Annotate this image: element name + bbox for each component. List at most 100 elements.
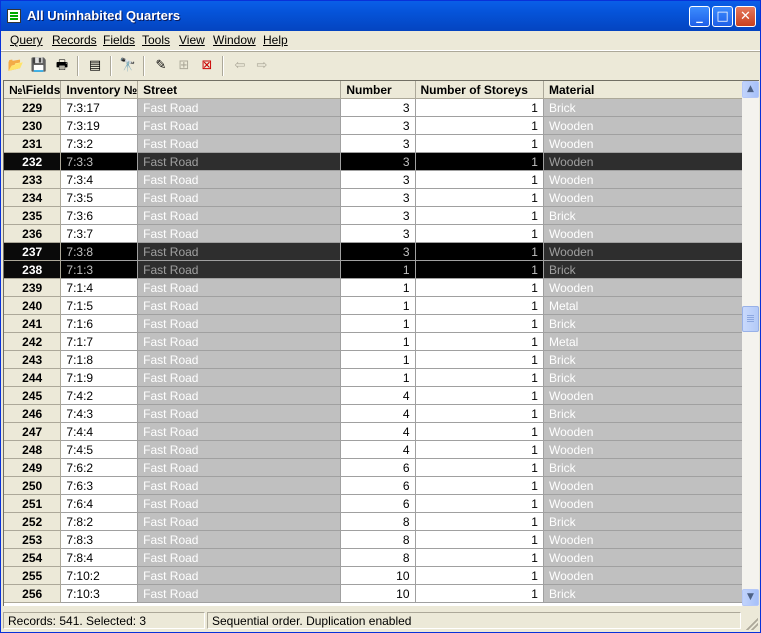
records-grid[interactable]: №\Fields Inventory № Street Number Numbe… [3, 80, 743, 606]
table-row[interactable]: 254 7:8:4 Fast Road 8 1 Wooden [4, 548, 743, 567]
number-cell[interactable]: 10 [340, 584, 416, 603]
inventory-cell[interactable]: 7:10:3 [60, 584, 139, 603]
table-row[interactable]: 246 7:4:3 Fast Road 4 1 Brick [4, 404, 743, 423]
inventory-cell[interactable]: 7:4:2 [60, 386, 139, 405]
number-cell[interactable]: 6 [340, 494, 416, 513]
row-number-cell[interactable]: 231 [4, 134, 62, 153]
number-cell[interactable]: 8 [340, 530, 416, 549]
street-cell[interactable]: Fast Road [137, 368, 342, 387]
row-number-cell[interactable]: 244 [4, 368, 62, 387]
material-cell[interactable]: Wooden [543, 386, 743, 405]
material-cell[interactable]: Brick [543, 458, 743, 477]
inventory-cell[interactable]: 7:6:3 [60, 476, 139, 495]
table-row[interactable]: 247 7:4:4 Fast Road 4 1 Wooden [4, 422, 743, 441]
number-cell[interactable]: 4 [340, 404, 416, 423]
storeys-cell[interactable]: 1 [415, 584, 544, 603]
col-header-street[interactable]: Street [137, 81, 342, 99]
print-icon[interactable]: 🖶 [52, 56, 72, 76]
scroll-up-button[interactable]: ▲ [742, 81, 759, 98]
number-cell[interactable]: 3 [340, 206, 416, 225]
table-row[interactable]: 242 7:1:7 Fast Road 1 1 Metal [4, 332, 743, 351]
storeys-cell[interactable]: 1 [415, 494, 544, 513]
table-row[interactable]: 236 7:3:7 Fast Road 3 1 Wooden [4, 224, 743, 243]
inventory-cell[interactable]: 7:3:7 [60, 224, 139, 243]
inventory-cell[interactable]: 7:6:2 [60, 458, 139, 477]
table-row[interactable]: 243 7:1:8 Fast Road 1 1 Brick [4, 350, 743, 369]
material-cell[interactable]: Brick [543, 584, 743, 603]
material-cell[interactable]: Brick [543, 260, 743, 279]
inventory-cell[interactable]: 7:1:7 [60, 332, 139, 351]
inventory-cell[interactable]: 7:8:3 [60, 530, 139, 549]
row-number-cell[interactable]: 255 [4, 566, 62, 585]
street-cell[interactable]: Fast Road [137, 422, 342, 441]
row-number-cell[interactable]: 242 [4, 332, 62, 351]
col-header-storeys[interactable]: Number of Storeys [415, 81, 544, 99]
storeys-cell[interactable]: 1 [415, 512, 544, 531]
inventory-cell[interactable]: 7:3:4 [60, 170, 139, 189]
inventory-cell[interactable]: 7:1:8 [60, 350, 139, 369]
street-cell[interactable]: Fast Road [137, 134, 342, 153]
material-cell[interactable]: Wooden [543, 242, 743, 261]
vertical-scrollbar[interactable]: ▲ ▼ [742, 80, 759, 606]
number-cell[interactable]: 3 [340, 224, 416, 243]
menu-help[interactable]: Help [263, 33, 288, 47]
table-row[interactable]: 229 7:3:17 Fast Road 3 1 Brick [4, 98, 743, 117]
material-cell[interactable]: Wooden [543, 548, 743, 567]
storeys-cell[interactable]: 1 [415, 170, 544, 189]
number-cell[interactable]: 1 [340, 350, 416, 369]
delete-record-icon[interactable]: ⊠ [197, 56, 217, 76]
street-cell[interactable]: Fast Road [137, 116, 342, 135]
col-header-rownum[interactable]: №\Fields [4, 81, 62, 99]
row-number-cell[interactable]: 247 [4, 422, 62, 441]
street-cell[interactable]: Fast Road [137, 188, 342, 207]
material-cell[interactable]: Wooden [543, 440, 743, 459]
street-cell[interactable]: Fast Road [137, 440, 342, 459]
add-record-icon[interactable]: ⊞ [174, 56, 194, 76]
street-cell[interactable]: Fast Road [137, 404, 342, 423]
row-number-cell[interactable]: 246 [4, 404, 62, 423]
table-row[interactable]: 253 7:8:3 Fast Road 8 1 Wooden [4, 530, 743, 549]
inventory-cell[interactable]: 7:3:3 [60, 152, 139, 171]
table-row[interactable]: 237 7:3:8 Fast Road 3 1 Wooden [4, 242, 743, 261]
table-row[interactable]: 252 7:8:2 Fast Road 8 1 Brick [4, 512, 743, 531]
number-cell[interactable]: 3 [340, 116, 416, 135]
properties-icon[interactable]: ▤ [85, 56, 105, 76]
row-number-cell[interactable]: 234 [4, 188, 62, 207]
row-number-cell[interactable]: 250 [4, 476, 62, 495]
table-row[interactable]: 238 7:1:3 Fast Road 1 1 Brick [4, 260, 743, 279]
number-cell[interactable]: 1 [340, 368, 416, 387]
number-cell[interactable]: 3 [340, 98, 416, 117]
maximize-button[interactable]: □ [712, 6, 733, 27]
redo-icon[interactable]: ⇨ [252, 56, 272, 76]
row-number-cell[interactable]: 229 [4, 98, 62, 117]
row-number-cell[interactable]: 245 [4, 386, 62, 405]
material-cell[interactable]: Metal [543, 332, 743, 351]
material-cell[interactable]: Wooden [543, 278, 743, 297]
street-cell[interactable]: Fast Road [137, 386, 342, 405]
number-cell[interactable]: 4 [340, 422, 416, 441]
table-row[interactable]: 230 7:3:19 Fast Road 3 1 Wooden [4, 116, 743, 135]
inventory-cell[interactable]: 7:8:2 [60, 512, 139, 531]
street-cell[interactable]: Fast Road [137, 314, 342, 333]
street-cell[interactable]: Fast Road [137, 530, 342, 549]
col-header-material[interactable]: Material [543, 81, 743, 99]
row-number-cell[interactable]: 241 [4, 314, 62, 333]
edit-record-icon[interactable]: ✎ [151, 56, 171, 76]
inventory-cell[interactable]: 7:3:5 [60, 188, 139, 207]
inventory-cell[interactable]: 7:4:5 [60, 440, 139, 459]
number-cell[interactable]: 4 [340, 440, 416, 459]
street-cell[interactable]: Fast Road [137, 458, 342, 477]
material-cell[interactable]: Brick [543, 98, 743, 117]
material-cell[interactable]: Wooden [543, 566, 743, 585]
storeys-cell[interactable]: 1 [415, 440, 544, 459]
storeys-cell[interactable]: 1 [415, 296, 544, 315]
table-row[interactable]: 241 7:1:6 Fast Road 1 1 Brick [4, 314, 743, 333]
material-cell[interactable]: Brick [543, 404, 743, 423]
material-cell[interactable]: Wooden [543, 494, 743, 513]
material-cell[interactable]: Wooden [543, 422, 743, 441]
row-number-cell[interactable]: 248 [4, 440, 62, 459]
storeys-cell[interactable]: 1 [415, 476, 544, 495]
menu-records[interactable]: Records [52, 33, 97, 47]
row-number-cell[interactable]: 243 [4, 350, 62, 369]
material-cell[interactable]: Brick [543, 368, 743, 387]
